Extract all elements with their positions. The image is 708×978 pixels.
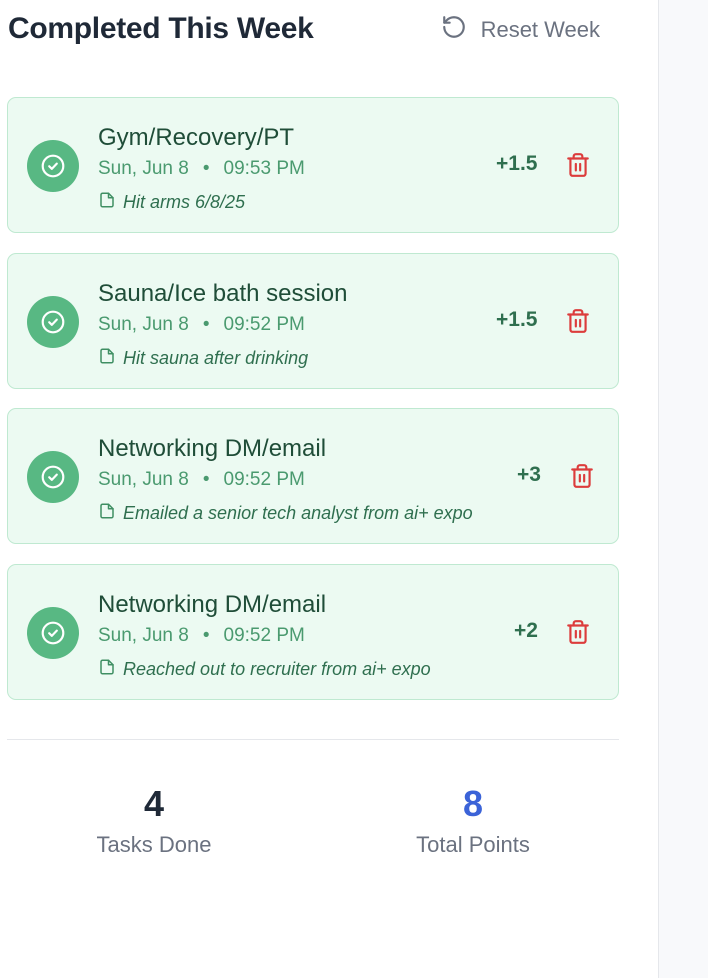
stats-divider [7, 739, 619, 740]
file-icon [98, 191, 116, 214]
task-time: 09:52 PM [223, 624, 305, 646]
task-note: Hit arms 6/8/25 [98, 191, 245, 214]
rotate-ccw-icon [441, 14, 467, 46]
total-points-value: 8 [462, 783, 484, 824]
tasks-done-label: Tasks Done [96, 832, 212, 857]
task-meta: Sun, Jun 8 • 09:52 PM [98, 625, 305, 647]
task-time: 09:52 PM [223, 313, 305, 335]
task-meta: Sun, Jun 8 • 09:52 PM [98, 314, 305, 336]
file-icon [98, 502, 116, 525]
reset-week-label: Reset Week [480, 17, 600, 42]
check-circle-icon [27, 140, 79, 192]
task-note-text: Emailed a senior tech analyst from ai+ e… [123, 503, 473, 523]
task-note: Emailed a senior tech analyst from ai+ e… [98, 502, 473, 525]
task-name: Sauna/Ice bath session [98, 279, 348, 307]
task-date: Sun, Jun 8 [98, 158, 189, 179]
task-time: 09:52 PM [223, 469, 305, 490]
task-name: Networking DM/email [98, 435, 327, 462]
completed-task-card: Sauna/Ice bath session Sun, Jun 8 • 09:5… [7, 252, 619, 389]
task-points: +3 [517, 463, 541, 486]
task-note: Reached out to recruiter from ai+ expo [98, 658, 431, 681]
task-note-text: Hit sauna after drinking [123, 347, 309, 368]
completed-task-card: Networking DM/email Sun, Jun 8 • 09:52 P… [7, 408, 619, 544]
task-note-text: Hit arms 6/8/25 [123, 192, 246, 212]
meta-separator: • [202, 313, 210, 335]
task-name: Networking DM/email [98, 590, 327, 618]
completed-task-card: Gym/Recovery/PT Sun, Jun 8 • 09:53 PM Hi… [7, 97, 619, 233]
page-title: Completed This Week [8, 12, 314, 45]
total-points-stat: 8 Total Points [373, 784, 573, 858]
trash-icon[interactable] [569, 463, 595, 489]
meta-separator: • [202, 158, 210, 179]
panel-header: Completed This Week Reset Week [8, 12, 619, 52]
task-meta: Sun, Jun 8 • 09:53 PM [98, 158, 305, 180]
tasks-done-value: 4 [143, 783, 165, 824]
task-points: +1.5 [496, 307, 538, 331]
task-note: Hit sauna after drinking [98, 347, 308, 370]
task-meta: Sun, Jun 8 • 09:52 PM [98, 469, 305, 491]
trash-icon[interactable] [565, 152, 591, 178]
check-circle-icon [27, 451, 79, 503]
task-name: Gym/Recovery/PT [98, 124, 295, 151]
task-date: Sun, Jun 8 [98, 313, 189, 335]
task-note-text: Reached out to recruiter from ai+ expo [123, 658, 431, 679]
check-circle-icon [27, 606, 79, 659]
trash-icon[interactable] [565, 619, 591, 645]
completed-task-list: Gym/Recovery/PT Sun, Jun 8 • 09:53 PM Hi… [7, 97, 619, 719]
task-date: Sun, Jun 8 [98, 469, 189, 490]
task-time: 09:53 PM [223, 158, 305, 179]
task-points: +1.5 [496, 152, 538, 175]
meta-separator: • [202, 624, 210, 646]
completed-task-card: Networking DM/email Sun, Jun 8 • 09:52 P… [7, 563, 619, 700]
check-circle-icon [27, 295, 79, 348]
trash-icon[interactable] [565, 308, 591, 334]
file-icon [98, 347, 116, 370]
tasks-done-stat: 4 Tasks Done [54, 784, 254, 858]
meta-separator: • [202, 469, 210, 490]
total-points-label: Total Points [416, 832, 530, 857]
reset-week-button[interactable]: Reset Week [441, 14, 600, 46]
task-date: Sun, Jun 8 [98, 624, 189, 646]
completed-panel: Completed This Week Reset Week Gym/Recov… [0, 0, 658, 978]
task-points: +2 [514, 618, 538, 642]
adjacent-panel [658, 0, 708, 978]
file-icon [98, 658, 116, 681]
